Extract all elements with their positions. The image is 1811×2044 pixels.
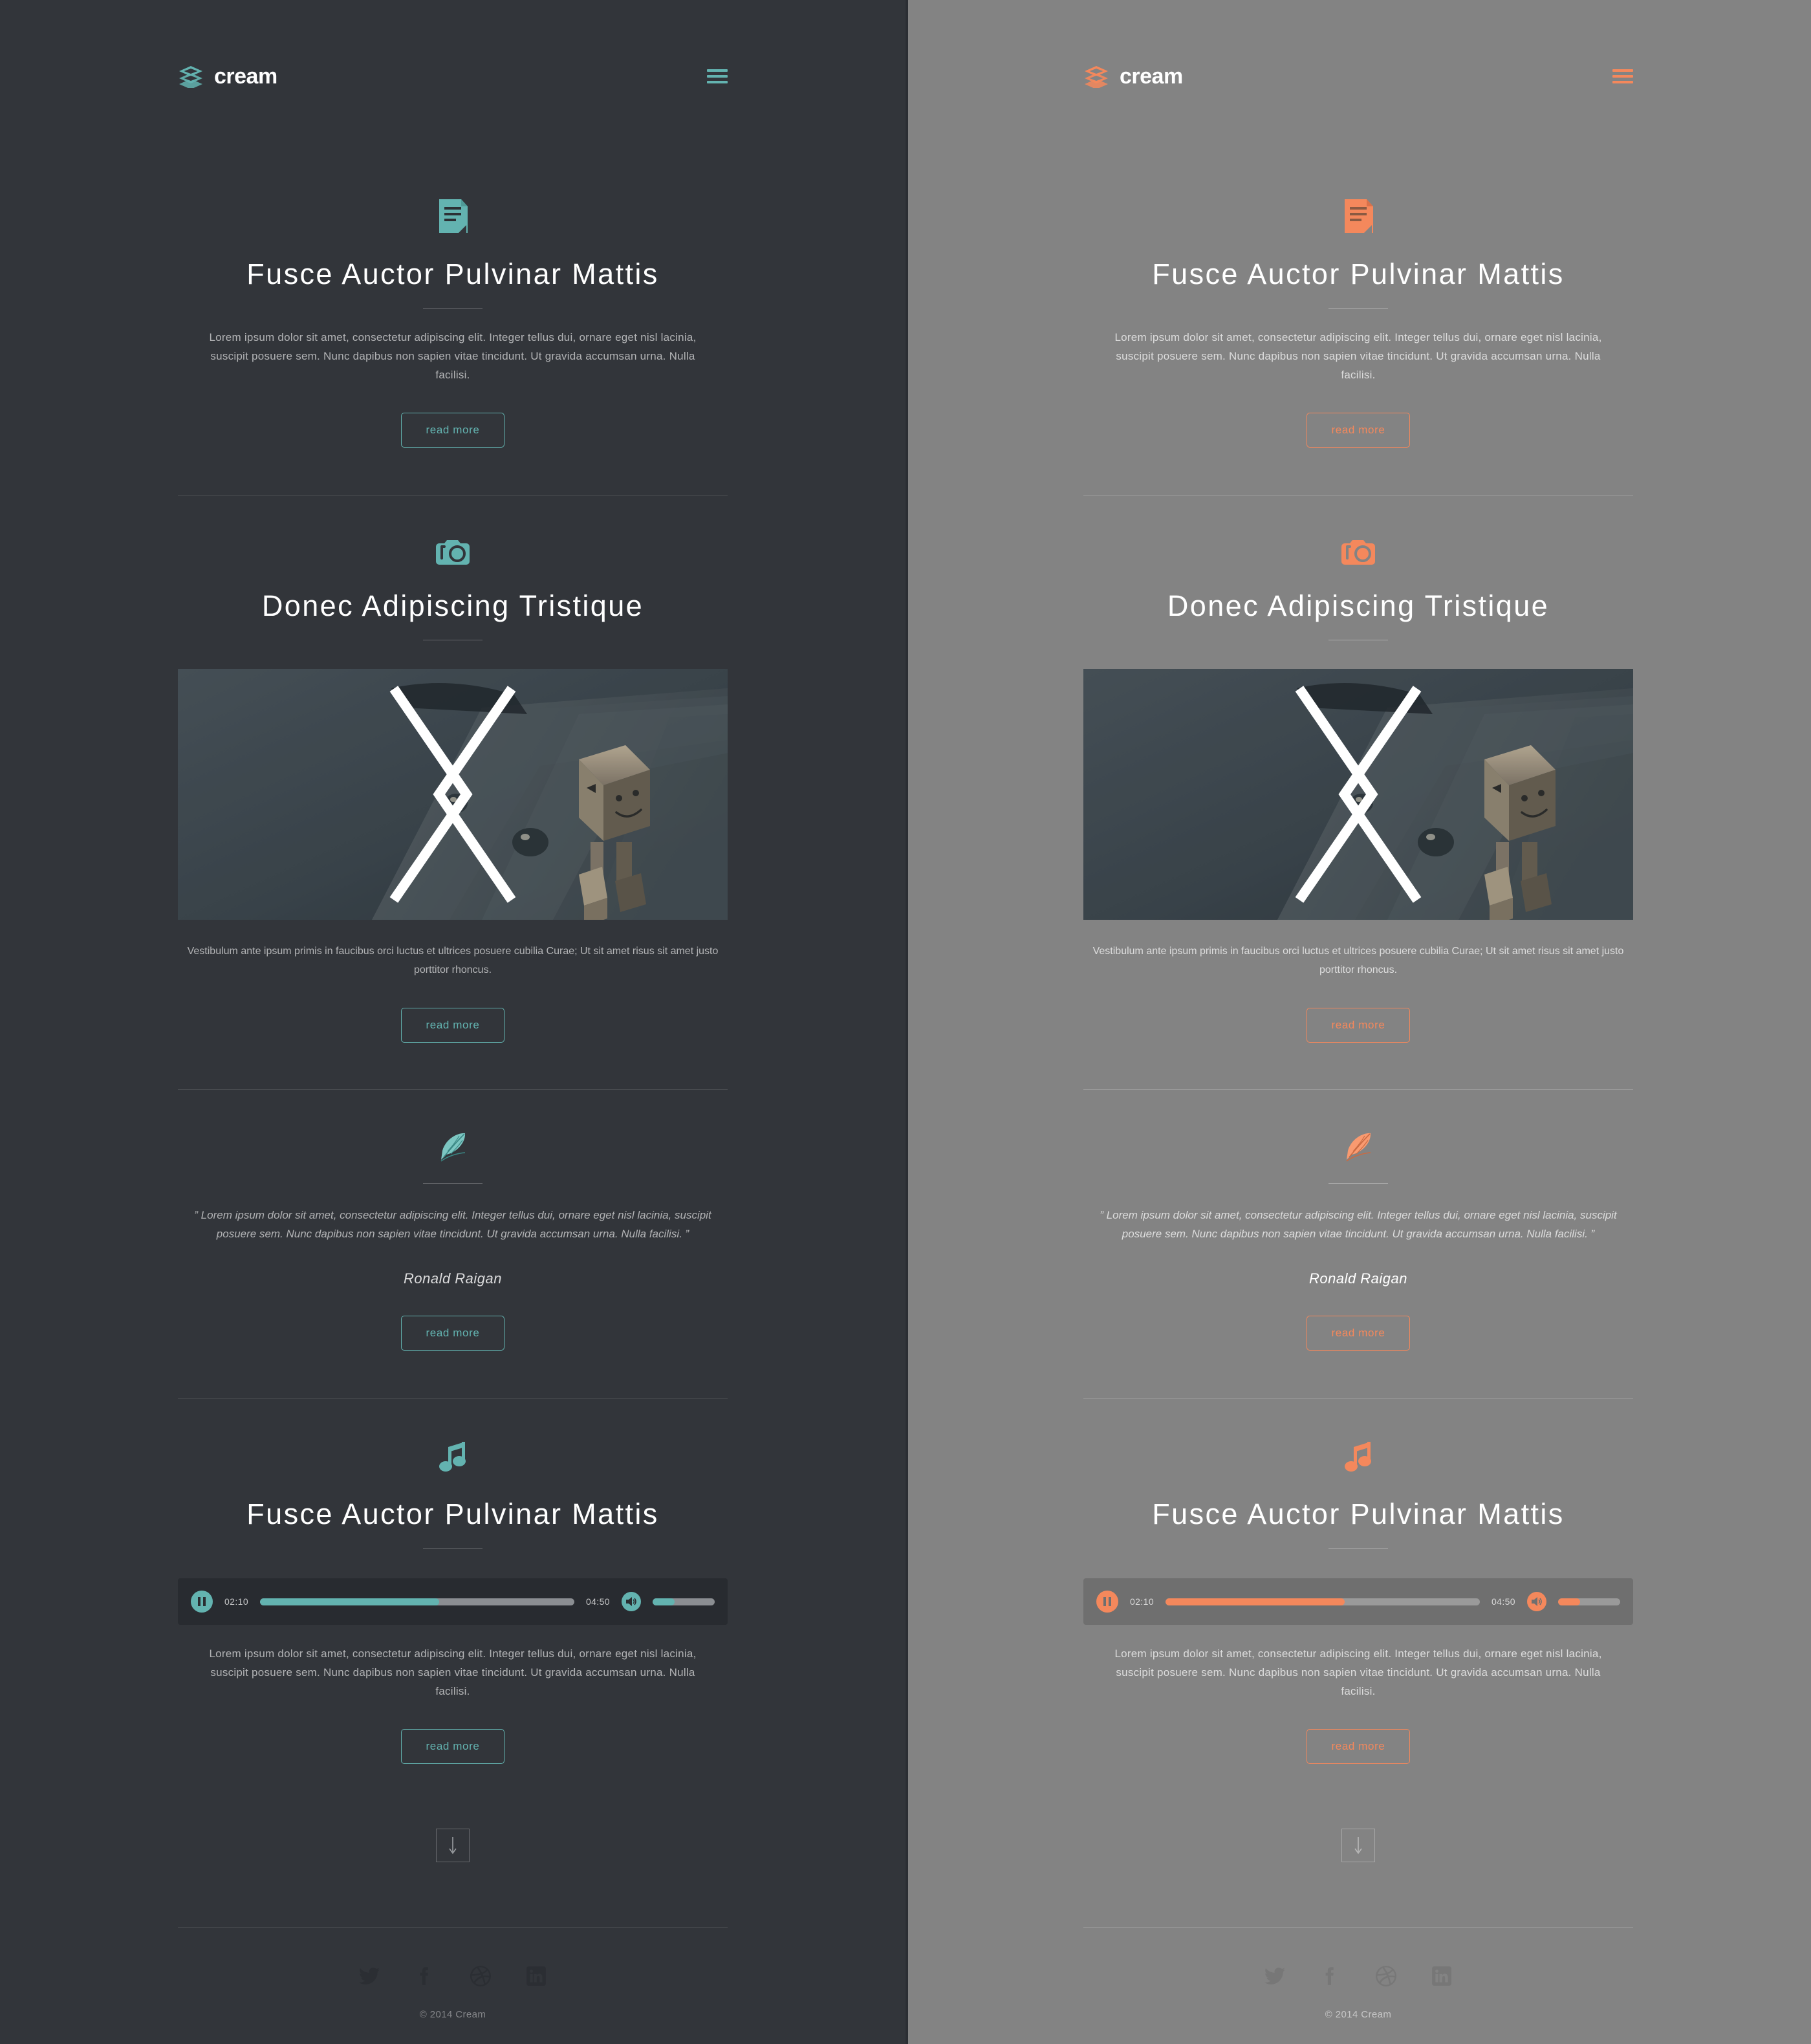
- social-links: [1083, 1965, 1633, 1987]
- theme-panel-light: cream Fusce Auctor Pulvinar Mattis Lorem…: [906, 0, 1811, 2044]
- hamburger-line: [707, 69, 728, 72]
- section-post: Fusce Auctor Pulvinar Mattis Lorem ipsum…: [1083, 76, 1633, 448]
- speaker-glyph: [1532, 1597, 1542, 1606]
- quote-author: Ronald Raigan: [1308, 1270, 1408, 1287]
- camera-icon: [1341, 540, 1375, 565]
- section-gallery: Donec Adipiscing Tristique Vestibulum an…: [1083, 496, 1633, 1043]
- gallery-title: Donec Adipiscing Tristique: [1167, 589, 1550, 622]
- speaker-glyph: [626, 1597, 636, 1606]
- copyright: © 2014 Cream: [1325, 2009, 1392, 2020]
- title-rule: [423, 308, 483, 309]
- pause-icon[interactable]: [1096, 1591, 1118, 1613]
- arrow-down-icon: [1354, 1837, 1362, 1854]
- read-more-button[interactable]: read more: [1306, 413, 1411, 448]
- gallery-title: Donec Adipiscing Tristique: [261, 589, 644, 622]
- speaker-icon[interactable]: [622, 1592, 641, 1611]
- section-quote: ” Lorem ipsum dolor sit amet, consectetu…: [178, 1090, 728, 1351]
- page-title: Fusce Auctor Pulvinar Mattis: [246, 257, 659, 290]
- section-quote: ” Lorem ipsum dolor sit amet, consectetu…: [1083, 1090, 1633, 1351]
- arrow-down-icon: [449, 1837, 457, 1854]
- section-gallery: Donec Adipiscing Tristique Vestibulum an…: [178, 496, 728, 1043]
- twitter-icon[interactable]: [358, 1965, 380, 1987]
- scroll-down-button[interactable]: [1341, 1829, 1375, 1862]
- copyright: © 2014 Cream: [419, 2009, 486, 2020]
- camera-icon: [436, 540, 470, 565]
- progress-fill: [1166, 1598, 1345, 1605]
- progress-fill: [260, 1598, 439, 1605]
- read-more-button[interactable]: read more: [400, 1316, 505, 1351]
- pause-bar: [203, 1597, 206, 1606]
- total-time: 04:50: [1491, 1596, 1515, 1607]
- scroll-down-button[interactable]: [436, 1829, 470, 1862]
- hamburger-line: [1612, 69, 1633, 72]
- pause-bar: [1109, 1597, 1111, 1606]
- quote-text: ” Lorem ipsum dolor sit amet, consectetu…: [1100, 1209, 1617, 1240]
- music-note-icon: [439, 1442, 466, 1472]
- read-more-button[interactable]: read more: [1306, 1729, 1411, 1764]
- speaker-icon[interactable]: [1527, 1592, 1546, 1611]
- feather-icon: [440, 1133, 466, 1162]
- gallery-caption: Vestibulum ante ipsum primis in faucibus…: [187, 946, 719, 975]
- document-icon: [439, 199, 468, 233]
- total-time: 04:50: [585, 1596, 610, 1607]
- audio-player[interactable]: 02:10 04:50: [1083, 1578, 1633, 1625]
- read-more-button[interactable]: read more: [400, 1729, 505, 1764]
- audio-player[interactable]: 02:10 04:50: [178, 1578, 728, 1625]
- image-slider[interactable]: [178, 669, 728, 920]
- dribbble-icon[interactable]: [1375, 1965, 1397, 1987]
- audio-body: Lorem ipsum dolor sit amet, consectetur …: [209, 1647, 697, 1697]
- audio-body: Lorem ipsum dolor sit amet, consectetur …: [1114, 1647, 1602, 1697]
- music-note-icon: [1345, 1442, 1371, 1472]
- pause-icon[interactable]: [191, 1591, 213, 1613]
- read-more-button[interactable]: read more: [400, 1008, 505, 1043]
- read-more-button[interactable]: read more: [1306, 1008, 1411, 1043]
- section-audio: Fusce Auctor Pulvinar Mattis 02:10 04:50: [178, 1399, 728, 1764]
- title-rule: [423, 1183, 483, 1184]
- volume-slider[interactable]: [653, 1598, 715, 1605]
- quote-author: Ronald Raigan: [403, 1270, 503, 1287]
- read-more-button[interactable]: read more: [400, 413, 505, 448]
- document-icon: [1345, 199, 1373, 233]
- current-time: 02:10: [1130, 1596, 1155, 1607]
- title-rule: [1328, 1183, 1388, 1184]
- title-rule: [1328, 308, 1388, 309]
- site-header: cream: [178, 0, 728, 89]
- volume-fill: [653, 1598, 675, 1605]
- theme-panel-dark: cream Fusce Auctor Pulvinar Mattis Lorem…: [0, 0, 906, 2044]
- current-time: 02:10: [224, 1596, 249, 1607]
- linkedin-icon[interactable]: [1431, 1965, 1453, 1987]
- progress-slider[interactable]: [260, 1598, 574, 1605]
- title-rule: [1328, 1548, 1388, 1549]
- footer-divider: [178, 1927, 728, 1928]
- facebook-icon[interactable]: [414, 1965, 436, 1987]
- page-title: Fusce Auctor Pulvinar Mattis: [1152, 257, 1565, 290]
- chevron-right-icon[interactable]: [178, 669, 702, 920]
- pause-bar: [198, 1597, 201, 1606]
- facebook-icon[interactable]: [1319, 1965, 1341, 1987]
- quote-text: ” Lorem ipsum dolor sit amet, consectetu…: [194, 1209, 711, 1240]
- title-rule: [423, 1548, 483, 1549]
- chevron-right-icon[interactable]: [1083, 669, 1607, 920]
- audio-title: Fusce Auctor Pulvinar Mattis: [246, 1497, 659, 1530]
- image-slider[interactable]: [1083, 669, 1633, 920]
- site-header: cream: [1083, 0, 1633, 89]
- pause-bar: [1103, 1597, 1106, 1606]
- read-more-button[interactable]: read more: [1306, 1316, 1411, 1351]
- audio-title: Fusce Auctor Pulvinar Mattis: [1152, 1497, 1565, 1530]
- post-body: Lorem ipsum dolor sit amet, consectetur …: [209, 331, 697, 381]
- gallery-caption: Vestibulum ante ipsum primis in faucibus…: [1092, 946, 1624, 975]
- volume-slider[interactable]: [1558, 1598, 1620, 1605]
- linkedin-icon[interactable]: [525, 1965, 547, 1987]
- volume-fill: [1558, 1598, 1580, 1605]
- social-links: [178, 1965, 728, 1987]
- dribbble-icon[interactable]: [470, 1965, 492, 1987]
- section-post: Fusce Auctor Pulvinar Mattis Lorem ipsum…: [178, 76, 728, 448]
- progress-slider[interactable]: [1166, 1598, 1480, 1605]
- footer-divider: [1083, 1927, 1633, 1928]
- section-audio: Fusce Auctor Pulvinar Mattis 02:10 04:50: [1083, 1399, 1633, 1764]
- twitter-icon[interactable]: [1264, 1965, 1286, 1987]
- feather-icon: [1346, 1133, 1371, 1162]
- post-body: Lorem ipsum dolor sit amet, consectetur …: [1114, 331, 1602, 381]
